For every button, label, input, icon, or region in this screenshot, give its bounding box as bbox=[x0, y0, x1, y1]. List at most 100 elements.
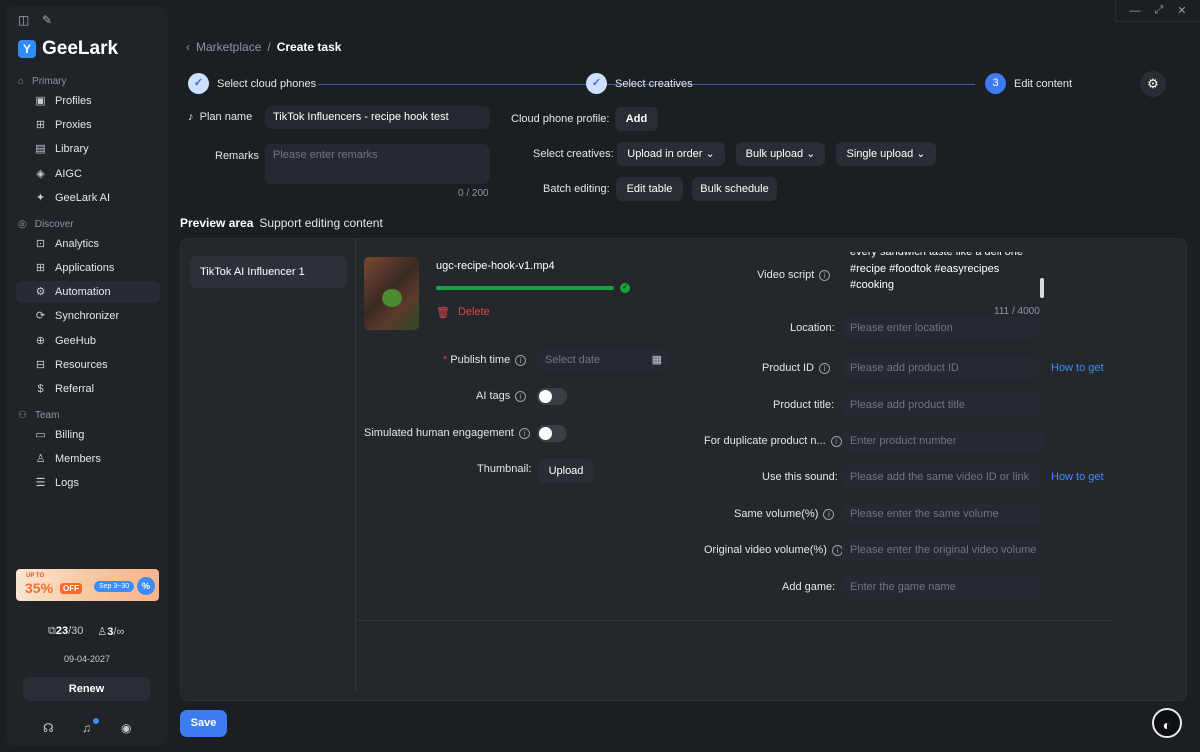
edit-table-button[interactable]: Edit table bbox=[616, 177, 683, 201]
phones-quota: ⧉23/30 bbox=[48, 625, 83, 638]
how-to-get-product-link[interactable]: How to get bbox=[1051, 362, 1104, 374]
sidebar-item-referral[interactable]: $ Referral bbox=[16, 378, 160, 400]
location-input[interactable]: Please enter location bbox=[842, 317, 1042, 339]
sidebar-item-synchronizer[interactable]: ⟳ Synchronizer bbox=[16, 305, 160, 327]
support-icon[interactable]: ☊ bbox=[43, 721, 57, 735]
notification-dot bbox=[93, 718, 99, 724]
plan-name-input[interactable]: TikTok Influencers - recipe hook test bbox=[265, 106, 490, 129]
bulk-upload-dropdown[interactable]: Bulk upload ⌄ bbox=[736, 142, 825, 166]
upload-in-order-dropdown[interactable]: Upload in order ⌄ bbox=[617, 142, 725, 166]
info-icon: i bbox=[518, 427, 530, 439]
add-game-input[interactable]: Enter the game name bbox=[842, 576, 1042, 598]
save-button[interactable]: Save bbox=[180, 710, 227, 737]
product-id-input[interactable]: Please add product ID bbox=[842, 357, 1042, 379]
renew-button[interactable]: Renew bbox=[23, 677, 150, 701]
preview-title: Preview area bbox=[180, 216, 254, 230]
sidebar-item-geehub[interactable]: ⊕ GeeHub bbox=[16, 330, 160, 352]
discover-icon: ◎ bbox=[18, 219, 27, 230]
publish-date-picker[interactable]: Select date ▦ bbox=[537, 349, 670, 371]
publish-time-text: Publish time bbox=[450, 354, 511, 366]
maximize-icon[interactable]: ⤢ bbox=[1154, 4, 1163, 17]
delete-label: Delete bbox=[457, 306, 490, 318]
members-icon: ♙ bbox=[35, 452, 46, 465]
user-icon[interactable]: ◉ bbox=[121, 721, 135, 735]
remarks-input[interactable]: Please enter remarks bbox=[265, 144, 490, 184]
sidebar-item-label: Analytics bbox=[55, 238, 100, 250]
preview-header: Preview area Support editing content bbox=[180, 216, 383, 230]
step-label: Select creatives bbox=[615, 77, 693, 90]
dup-product-label: For duplicate product n... i bbox=[704, 435, 842, 447]
same-volume-input[interactable]: Please enter the same volume bbox=[842, 503, 1042, 525]
location-label: Location: bbox=[790, 322, 835, 334]
orig-volume-text: Original video volume(%) bbox=[704, 544, 827, 556]
automation-icon: ⚙ bbox=[35, 285, 46, 298]
orig-volume-label: Original video volume(%) i bbox=[704, 544, 843, 556]
members-quota: ♙3/∞ bbox=[97, 625, 124, 638]
video-script-textarea[interactable]: every sandwich taste like a deli one #re… bbox=[840, 252, 1046, 304]
sidebar-item-proxies[interactable]: ⊞ Proxies bbox=[16, 114, 160, 136]
info-icon: i bbox=[830, 435, 842, 447]
sidebar-item-automation[interactable]: ⚙ Automation bbox=[16, 281, 160, 303]
sidebar-item-billing[interactable]: ▭ Billing bbox=[16, 424, 160, 446]
sidebar-item-library[interactable]: ▤ Library bbox=[16, 138, 160, 160]
breadcrumb: ‹ Marketplace / Create task bbox=[186, 40, 341, 54]
sidebar: ◫ ✎ Y GeeLark ⌂ Primary ▣ Profiles ⊞ Proxie… bbox=[6, 6, 168, 746]
script-counter: 111 / 4000 bbox=[994, 306, 1040, 317]
script-scrollbar[interactable] bbox=[1040, 278, 1044, 298]
sidebar-item-geelark-ai[interactable]: ✦ GeeLark AI bbox=[16, 187, 160, 209]
toggle-knob bbox=[539, 390, 552, 403]
aigc-icon: ◈ bbox=[36, 167, 45, 180]
single-upload-dropdown[interactable]: Single upload ⌄ bbox=[836, 142, 936, 166]
section-discover: ◎ Discover bbox=[18, 219, 74, 230]
dropdown-label: Single upload bbox=[846, 148, 914, 160]
section-label: Team bbox=[34, 410, 60, 421]
edit-icon[interactable]: ✎ bbox=[42, 13, 56, 27]
thumbnail-upload-button[interactable]: Upload bbox=[538, 459, 594, 483]
sidebar-toggle-icon[interactable]: ◫ bbox=[18, 13, 32, 27]
step-2: ✓ Select creatives bbox=[586, 73, 693, 94]
sidebar-item-members[interactable]: ♙ Members bbox=[16, 448, 160, 470]
product-id-label: Product ID i bbox=[762, 362, 830, 374]
sidebar-item-resources[interactable]: ⊟ Resources bbox=[16, 354, 160, 376]
app-window: — ⤢ ✕ ◫ ✎ Y GeeLark ⌂ Primary ▣ Profiles ⊞… bbox=[0, 0, 1200, 752]
promo-banner[interactable]: UP TO 35% OFF Sep 3~30 % bbox=[16, 569, 159, 601]
section-label: Primary bbox=[32, 76, 67, 87]
back-chevron-icon[interactable]: ‹ bbox=[186, 40, 190, 54]
video-script-text: Video script bbox=[757, 269, 815, 281]
account-tab[interactable]: TikTok AI Influencer 1 bbox=[190, 256, 347, 288]
info-icon: i bbox=[819, 269, 831, 281]
sound-input[interactable]: Please add the same video ID or link bbox=[842, 466, 1042, 488]
orig-volume-input[interactable]: Please enter the original video volume bbox=[842, 539, 1042, 561]
sidebar-item-label: Resources bbox=[55, 359, 108, 371]
step-1: ✓ Select cloud phones bbox=[188, 73, 316, 94]
how-to-get-sound-link[interactable]: How to get bbox=[1051, 471, 1104, 483]
preview-subtitle: Support editing content bbox=[259, 216, 383, 230]
ai-tags-toggle[interactable] bbox=[537, 388, 567, 405]
video-script-label: Video script i bbox=[757, 269, 831, 281]
help-assistant-icon[interactable]: ◐ bbox=[1152, 708, 1182, 738]
page-title: Create task bbox=[276, 40, 342, 54]
sidebar-item-profiles[interactable]: ▣ Profiles bbox=[16, 90, 160, 112]
upload-progress-bar bbox=[436, 286, 614, 290]
minimize-icon[interactable]: — bbox=[1129, 5, 1140, 17]
dup-product-input[interactable]: Enter product number bbox=[842, 430, 1045, 452]
close-icon[interactable]: ✕ bbox=[1177, 4, 1186, 17]
sidebar-item-applications[interactable]: ⊞ Applications bbox=[16, 257, 160, 279]
phones-total: /30 bbox=[68, 625, 84, 637]
calendar-icon: ▦ bbox=[651, 354, 662, 366]
engagement-toggle[interactable] bbox=[537, 425, 567, 442]
bulk-schedule-button[interactable]: Bulk schedule bbox=[692, 177, 777, 201]
add-profile-button[interactable]: Add bbox=[615, 107, 658, 131]
delete-button[interactable]: 🗑 Delete bbox=[436, 306, 490, 319]
sidebar-item-logs[interactable]: ☰ Logs bbox=[16, 472, 160, 494]
divider bbox=[355, 239, 356, 691]
member-icon: ♙ bbox=[97, 626, 108, 638]
settings-gear-icon[interactable]: ⚙ bbox=[1140, 71, 1166, 97]
tiktok-icon: ♪ bbox=[188, 111, 194, 123]
sidebar-item-aigc[interactable]: ◈ AIGC bbox=[16, 163, 160, 185]
sidebar-item-analytics[interactable]: ⊡ Analytics bbox=[16, 233, 160, 255]
product-title-input[interactable]: Please add product title bbox=[842, 394, 1042, 416]
bell-icon[interactable]: ♫ bbox=[82, 718, 99, 735]
breadcrumb-parent[interactable]: Marketplace bbox=[196, 40, 261, 54]
promo-dates: Sep 3~30 bbox=[94, 581, 135, 592]
